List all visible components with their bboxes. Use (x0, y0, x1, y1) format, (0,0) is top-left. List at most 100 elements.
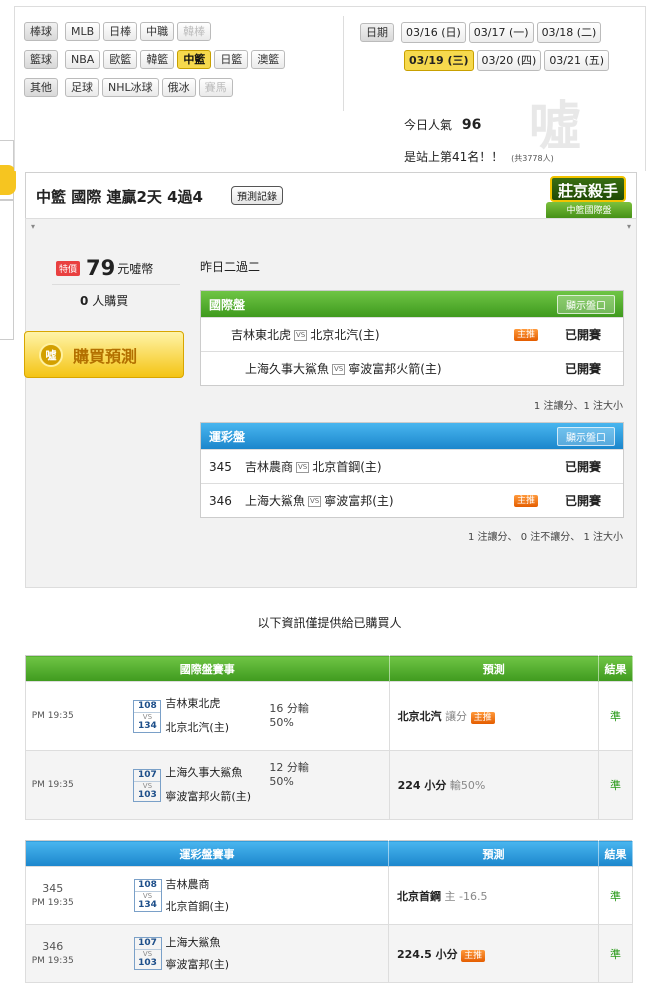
vs-icon: VS (142, 781, 153, 790)
nav-item-cpbl[interactable]: 中職 (140, 22, 175, 41)
left-side-tab-2[interactable] (0, 200, 14, 340)
prediction-cell: 224.5 小分 主推 (388, 924, 599, 983)
home-score: 134 (138, 900, 157, 910)
nav-item-kbo: 韓棒 (177, 22, 212, 41)
away-team: 上海大鯊魚 (245, 494, 306, 508)
spread-percent: 50% (269, 716, 294, 729)
score-box: 107 VS 103 (133, 937, 162, 970)
price-line: 特價 79 元噓幣 (56, 256, 153, 280)
date-row-2: 03/19 (三) 03/20 (四) 03/21 (五) (404, 50, 612, 71)
score-box: 107 VS 103 (133, 768, 162, 802)
prediction-cell: 224 小分 輸50% (388, 750, 600, 820)
home-score: 103 (138, 789, 157, 800)
intl-show-odds-button[interactable]: 顯示盤口 (557, 294, 615, 314)
home-team: 北京北汽(主) (310, 328, 380, 342)
away-team: 上海久事大鯊魚 (165, 766, 243, 779)
buy-button[interactable]: 噓 購買預測 (24, 331, 184, 378)
main-pick-badge: 主推 (514, 328, 539, 341)
nav-divider (343, 16, 344, 111)
nav-category-basketball[interactable]: 籃球 (24, 50, 58, 69)
col-header-event: 國際盤賽事 (25, 655, 390, 682)
prediction-extra: 讓分 (445, 710, 468, 723)
rank-total: (共3778人) (511, 154, 554, 163)
game-status: 已開賽 (564, 460, 601, 474)
info-note: 以下資訊僅提供給已購買人 (257, 616, 402, 630)
date-0318[interactable]: 03/18 (二) (536, 22, 602, 43)
col-header-result: 結果 (598, 840, 633, 867)
vs-icon: VS (294, 330, 308, 341)
game-time: PM 19:35 (25, 750, 80, 820)
nav-item-euro-basketball[interactable]: 歐籃 (103, 50, 138, 69)
collapse-arrow-icon[interactable]: ▾ (31, 222, 35, 231)
lottery-panel-header: 運彩盤 顯示盤口 (201, 423, 623, 449)
intl-panel-header: 國際盤 顯示盤口 (201, 291, 623, 317)
nav-row-baseball: 棒球 MLB 日棒 中職 韓棒 (24, 22, 214, 41)
matchup-cell: 108 VS 134 吉林東北虎 北京北汽(主) (79, 681, 270, 751)
away-team: 吉林東北虎 (231, 328, 292, 342)
main-pick-badge: 主推 (461, 949, 486, 962)
lottery-matchup: 吉林農商 VS 北京首鋼(主) (245, 458, 382, 475)
nav-category-other[interactable]: 其他 (24, 78, 58, 97)
nav-item-nbl[interactable]: 澳籃 (251, 50, 286, 69)
nav-category-baseball[interactable]: 棒球 (24, 22, 58, 41)
game-number: 345 (42, 881, 64, 895)
date-0320[interactable]: 03/20 (四) (476, 50, 542, 71)
table-row: 345 PM 19:35 108 VS 134 吉林農商 北京首鋼(主) 北京首鋼 主 … (25, 866, 633, 925)
result-cell: 準 (598, 681, 633, 751)
nav-item-jbl[interactable]: 日籃 (214, 50, 249, 69)
table-header: 運彩盤賽事 預測 結果 (25, 840, 633, 867)
nav-item-nba[interactable]: NBA (65, 50, 101, 69)
nav-item-mlb[interactable]: MLB (65, 22, 101, 41)
lottery-panel-title: 運彩盤 (209, 429, 246, 444)
date-row-1: 日期 03/16 (日) 03/17 (一) 03/18 (二) (360, 22, 604, 43)
prediction-pick: 北京首鋼 (397, 889, 441, 903)
price-value: 79 (86, 256, 116, 280)
popularity-line: 今日人氣 96 (404, 116, 481, 133)
spread-percent: 50% (269, 775, 294, 788)
nav-item-kbl[interactable]: 韓籃 (140, 50, 175, 69)
table-row: 346 PM 19:35 107 VS 103 上海大鯊魚 寧波富邦(主) 224.5 … (25, 924, 633, 983)
home-team: 寧波富邦火箭(主) (348, 362, 442, 376)
away-score: 107 (134, 938, 161, 950)
nav-item-nhl[interactable]: NHL冰球 (102, 78, 159, 97)
date-0316[interactable]: 03/16 (日) (401, 22, 466, 43)
prediction-pick: 224 小分 (397, 779, 447, 792)
home-team: 北京北汽(主) (165, 721, 229, 734)
lottery-row: 345 吉林農商 VS 北京首鋼(主) 已開賽 (201, 449, 623, 483)
nav-item-khl[interactable]: 俄冰 (161, 78, 196, 97)
popularity-label: 今日人氣 (404, 118, 453, 132)
intl-row: 吉林東北虎 VS 北京北汽(主) 主推 已開賽 (201, 317, 623, 351)
date-0317[interactable]: 03/17 (一) (468, 22, 534, 43)
intl-summary-note: 1 注讓分、1 注大小 (533, 401, 623, 412)
date-0319[interactable]: 03/19 (三) (404, 50, 474, 71)
nav-row-basketball: 籃球 NBA 歐籃 韓籃 中籃 日籃 澳籃 (24, 50, 288, 69)
away-score: 107 (134, 770, 161, 782)
date-0321[interactable]: 03/21 (五) (544, 50, 610, 71)
header-title: 中籃 國際 連贏2天 4過4 (36, 188, 203, 206)
intl-panel: 國際盤 顯示盤口 吉林東北虎 VS 北京北汽(主) 主推 已開賽 上海久事大鯊魚 VS… (200, 290, 624, 386)
popularity-bg-icon: 噓 (528, 97, 581, 157)
result-cell: 準 (598, 866, 633, 925)
price-divider (52, 284, 180, 285)
matchup-cell: 107 VS 103 上海大鯊魚 寧波富邦(主) (79, 924, 389, 983)
nav-item-cba[interactable]: 中籃 (177, 50, 212, 69)
col-header-prediction: 預測 (389, 655, 600, 682)
vs-icon: VS (142, 892, 153, 900)
lottery-show-odds-button[interactable]: 顯示盤口 (557, 426, 615, 446)
intl-row: 上海久事大鯊魚 VS 寧波富邦火箭(主) 已開賽 (201, 351, 623, 385)
record-button[interactable]: 預測記錄 (231, 186, 283, 205)
vs-icon: VS (308, 496, 322, 507)
vs-icon: VS (296, 462, 310, 473)
nav-item-npb[interactable]: 日棒 (103, 22, 138, 41)
nav-item-soccer[interactable]: 足球 (65, 78, 99, 97)
rank-line: 是站上第41名！！ (共3778人) (404, 148, 554, 165)
nav-row-other: 其他 足球 NHL冰球 俄冰 賽馬 (24, 78, 236, 97)
lottery-matchup: 上海大鯊魚 VS 寧波富邦(主) (245, 492, 394, 509)
prediction-extra: 主 -16.5 (444, 889, 488, 903)
away-team: 吉林東北虎 (165, 697, 221, 710)
home-team: 北京首鋼(主) (312, 460, 382, 474)
result-cell: 準 (598, 750, 633, 820)
expand-arrow-icon[interactable]: ▾ (627, 222, 631, 231)
main-pick-badge: 主推 (514, 494, 539, 507)
game-time: PM 19:35 (25, 681, 80, 751)
